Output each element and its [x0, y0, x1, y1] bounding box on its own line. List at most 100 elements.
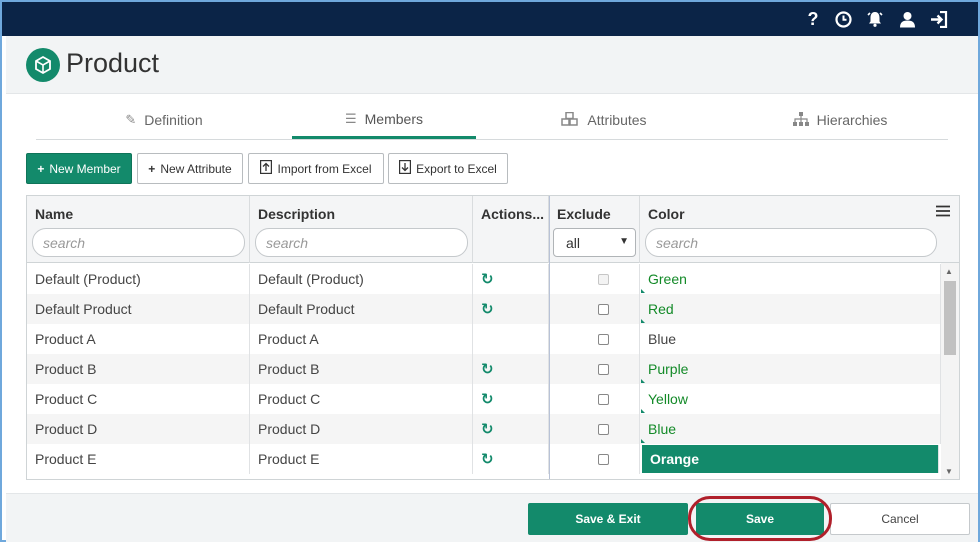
tab-attributes[interactable]: Attributes	[476, 102, 732, 138]
actions-cell: ↻	[473, 354, 549, 384]
name-cell[interactable]: Product C	[27, 384, 250, 414]
button-label: New Member	[49, 161, 121, 176]
color-value: Orange	[650, 451, 700, 467]
refresh-icon[interactable]: ↻	[481, 360, 494, 378]
help-glyph: ?	[807, 8, 819, 29]
clock-icon[interactable]	[833, 9, 853, 29]
exclude-checkbox[interactable]	[598, 363, 609, 375]
name-cell[interactable]: Default Product	[27, 294, 250, 324]
refresh-icon[interactable]: ↻	[481, 420, 494, 438]
exclude-filter-select[interactable]: all ▼	[553, 228, 636, 257]
description-cell[interactable]: Product E	[250, 444, 473, 474]
column-header-exclude[interactable]: Exclude all ▼	[549, 196, 640, 263]
table-row[interactable]: Product D Product D ↻ Blue	[27, 414, 959, 444]
name-cell[interactable]: Product B	[27, 354, 250, 384]
export-excel-button[interactable]: Export to Excel	[388, 153, 508, 184]
actions-cell: ↻	[473, 294, 549, 324]
column-header-name[interactable]: Name search	[27, 196, 250, 263]
description-cell[interactable]: Product B	[250, 354, 473, 384]
exclude-checkbox[interactable]	[598, 333, 609, 345]
modified-marker-icon	[641, 289, 645, 293]
new-member-button[interactable]: + New Member	[26, 153, 132, 184]
scroll-up-icon[interactable]: ▲	[945, 267, 953, 276]
color-search-input[interactable]: search	[645, 228, 937, 257]
table-row[interactable]: Product C Product C ↻ Yellow	[27, 384, 959, 414]
description-cell[interactable]: Product C	[250, 384, 473, 414]
column-menu-icon[interactable]	[930, 198, 956, 224]
column-header-description[interactable]: Description search	[250, 196, 473, 263]
table-row[interactable]: Product E Product E ↻ Orange	[27, 444, 959, 474]
new-attribute-button[interactable]: + New Attribute	[137, 153, 243, 184]
sitemap-icon	[792, 111, 809, 129]
color-cell[interactable]: Green	[640, 264, 941, 294]
cancel-button[interactable]: Cancel	[830, 503, 970, 535]
help-icon[interactable]: ?	[803, 9, 823, 29]
modified-marker-icon	[641, 379, 645, 383]
tab-members[interactable]: ☰ Members	[292, 102, 476, 139]
refresh-icon[interactable]: ↻	[481, 270, 494, 288]
name-cell[interactable]: Product D	[27, 414, 250, 444]
save-exit-button[interactable]: Save & Exit	[528, 503, 688, 535]
footer-bar: Save & Exit Save Cancel	[6, 493, 978, 542]
color-value: Blue	[648, 331, 677, 347]
column-header-actions[interactable]: Actions...	[473, 196, 549, 263]
button-label: Import from Excel	[277, 161, 372, 176]
description-cell[interactable]: Product D	[250, 414, 473, 444]
color-cell[interactable]: Blue	[640, 324, 941, 354]
grid-scrollbar[interactable]: ▲ ▼	[941, 263, 959, 479]
exclude-checkbox[interactable]	[598, 423, 609, 435]
color-cell-selected[interactable]: Orange	[642, 445, 939, 473]
save-highlight-ring	[688, 496, 832, 541]
column-label: Name	[35, 206, 74, 222]
color-value: Blue	[648, 421, 677, 437]
button-label: Export to Excel	[416, 161, 497, 176]
column-label: Actions...	[481, 206, 545, 222]
tab-definition[interactable]: ✎ Definition	[36, 102, 292, 138]
exclude-cell	[549, 384, 640, 414]
table-row[interactable]: Product A Product A Blue	[27, 324, 959, 354]
column-header-color[interactable]: Color search	[640, 196, 959, 263]
bell-icon[interactable]	[865, 9, 885, 29]
color-cell[interactable]: Blue	[640, 414, 941, 444]
description-cell[interactable]: Product A	[250, 324, 473, 354]
import-excel-button[interactable]: Import from Excel	[248, 153, 384, 184]
color-cell[interactable]: Yellow	[640, 384, 941, 414]
tab-label: Members	[364, 111, 423, 127]
user-icon[interactable]	[897, 9, 917, 29]
name-cell[interactable]: Default (Product)	[27, 264, 250, 294]
table-row[interactable]: Default Product Default Product ↻ Red	[27, 294, 959, 324]
tab-label: Hierarchies	[816, 112, 888, 128]
tab-hierarchies[interactable]: Hierarchies	[732, 102, 948, 138]
scroll-down-icon[interactable]: ▼	[945, 467, 953, 476]
description-cell[interactable]: Default Product	[250, 294, 473, 324]
caret-down-icon: ▼	[619, 236, 629, 247]
description-search-input[interactable]: search	[255, 228, 468, 257]
download-icon	[399, 160, 412, 177]
modified-marker-icon	[641, 319, 645, 323]
exclude-checkbox[interactable]	[598, 393, 609, 405]
exclude-cell	[549, 444, 640, 474]
exclude-checkbox	[598, 273, 609, 285]
exclude-checkbox[interactable]	[598, 303, 609, 315]
logout-icon[interactable]	[929, 9, 949, 29]
scroll-thumb[interactable]	[944, 281, 956, 355]
actions-cell	[473, 324, 549, 354]
refresh-icon[interactable]: ↻	[481, 390, 494, 408]
exclude-checkbox[interactable]	[598, 453, 609, 465]
refresh-icon[interactable]: ↻	[481, 300, 494, 318]
name-search-input[interactable]: search	[32, 228, 245, 257]
plus-icon: +	[148, 161, 156, 176]
modified-marker-icon	[641, 439, 645, 443]
color-cell[interactable]: Red	[640, 294, 941, 324]
color-cell[interactable]: Purple	[640, 354, 941, 384]
refresh-icon[interactable]: ↻	[481, 450, 494, 468]
search-placeholder: search	[656, 234, 699, 251]
actions-cell: ↻	[473, 414, 549, 444]
frozen-column-divider	[549, 196, 550, 479]
color-value: Purple	[648, 361, 689, 377]
description-cell[interactable]: Default (Product)	[250, 264, 473, 294]
name-cell[interactable]: Product E	[27, 444, 250, 474]
table-row[interactable]: Product B Product B ↻ Purple	[27, 354, 959, 384]
name-cell[interactable]: Product A	[27, 324, 250, 354]
table-row[interactable]: Default (Product) Default (Product) ↻ Gr…	[27, 264, 959, 294]
